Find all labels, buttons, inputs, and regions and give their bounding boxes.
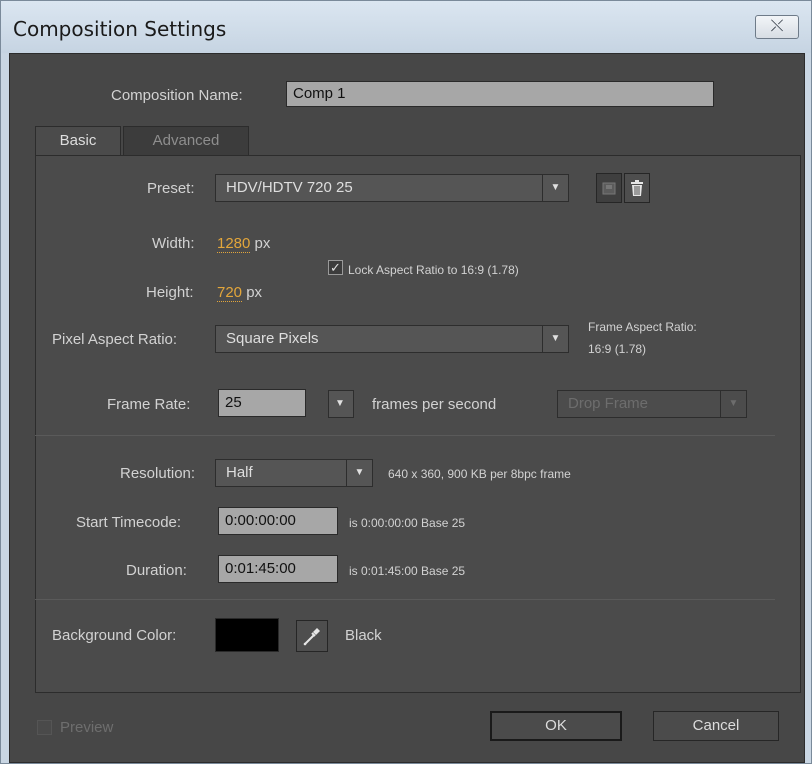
preset-label: Preset: bbox=[147, 180, 195, 197]
eyedropper-icon bbox=[303, 628, 320, 646]
preview-checkbox bbox=[37, 720, 52, 735]
eyedropper-button[interactable] bbox=[296, 620, 328, 652]
frame-rate-dropdown[interactable]: ▼ bbox=[328, 390, 354, 418]
basic-tab-panel bbox=[35, 155, 801, 693]
height-number[interactable]: 720 bbox=[217, 284, 243, 302]
composition-name-label: Composition Name: bbox=[111, 87, 243, 104]
chevron-down-icon: ▼ bbox=[335, 398, 345, 409]
width-unit: px bbox=[254, 235, 271, 252]
save-preset-icon bbox=[602, 182, 616, 195]
frame-rate-unit: frames per second bbox=[372, 396, 497, 413]
chevron-down-icon: ▼ bbox=[542, 326, 568, 352]
height-label: Height: bbox=[146, 284, 194, 301]
duration-label: Duration: bbox=[126, 562, 187, 579]
dialog-title: Composition Settings bbox=[13, 17, 227, 41]
preset-select[interactable]: HDV/HDTV 720 25 ▼ bbox=[215, 174, 569, 202]
start-timecode-input[interactable]: 0:00:00:00 bbox=[218, 507, 338, 535]
frame-rate-input[interactable]: 25 bbox=[218, 389, 306, 417]
resolution-value: Half bbox=[226, 464, 253, 481]
frame-aspect-label: Frame Aspect Ratio: bbox=[588, 320, 697, 334]
tab-advanced[interactable]: Advanced bbox=[123, 126, 249, 156]
resolution-info: 640 x 360, 900 KB per 8bpc frame bbox=[388, 467, 571, 481]
preview-label: Preview bbox=[60, 719, 114, 736]
title-bar: Composition Settings ⤬ bbox=[1, 1, 811, 53]
divider bbox=[35, 435, 775, 436]
pixel-aspect-value: Square Pixels bbox=[226, 330, 319, 347]
resolution-select[interactable]: Half ▼ bbox=[215, 459, 373, 487]
lock-aspect-checkbox[interactable]: ✓ bbox=[328, 260, 343, 275]
resolution-label: Resolution: bbox=[120, 465, 196, 482]
tab-basic[interactable]: Basic bbox=[35, 126, 121, 156]
composition-settings-dialog: Composition Settings ⤬ Composition Name:… bbox=[0, 0, 812, 764]
height-unit: px bbox=[246, 284, 263, 301]
pixel-aspect-label: Pixel Aspect Ratio: bbox=[52, 331, 178, 348]
save-preset-button[interactable] bbox=[596, 173, 622, 203]
frame-aspect-value: 16:9 (1.78) bbox=[588, 342, 647, 356]
dialog-body: Composition Name: Comp 1 Basic Advanced … bbox=[9, 53, 805, 763]
drop-frame-value: Drop Frame bbox=[568, 395, 649, 412]
pixel-aspect-select[interactable]: Square Pixels ▼ bbox=[215, 325, 569, 353]
close-button[interactable]: ⤬ bbox=[755, 15, 799, 39]
frame-rate-label: Frame Rate: bbox=[107, 396, 191, 413]
checkmark-icon: ✓ bbox=[330, 260, 341, 275]
divider bbox=[35, 599, 775, 600]
start-timecode-label: Start Timecode: bbox=[76, 514, 182, 531]
preset-value: HDV/HDTV 720 25 bbox=[226, 179, 353, 196]
height-value[interactable]: 720 px bbox=[217, 284, 263, 302]
chevron-down-icon: ▼ bbox=[542, 175, 568, 201]
duration-info: is 0:01:45:00 Base 25 bbox=[349, 564, 466, 578]
trash-icon bbox=[631, 180, 643, 196]
width-number[interactable]: 1280 bbox=[217, 235, 251, 253]
lock-aspect-label: Lock Aspect Ratio to 16:9 (1.78) bbox=[348, 263, 519, 277]
start-timecode-info: is 0:00:00:00 Base 25 bbox=[349, 516, 466, 530]
delete-preset-button[interactable] bbox=[624, 173, 650, 203]
width-value[interactable]: 1280 px bbox=[217, 235, 271, 253]
drop-frame-select: Drop Frame ▼ bbox=[557, 390, 747, 418]
duration-input[interactable]: 0:01:45:00 bbox=[218, 555, 338, 583]
close-icon: ⤬ bbox=[770, 18, 784, 35]
composition-name-input[interactable]: Comp 1 bbox=[286, 81, 714, 107]
chevron-down-icon: ▼ bbox=[346, 460, 372, 486]
ok-button[interactable]: OK bbox=[490, 711, 622, 741]
background-color-name: Black bbox=[345, 627, 382, 644]
chevron-down-icon: ▼ bbox=[720, 391, 746, 417]
width-label: Width: bbox=[152, 235, 195, 252]
cancel-button[interactable]: Cancel bbox=[653, 711, 779, 741]
background-color-label: Background Color: bbox=[52, 627, 177, 644]
background-color-swatch[interactable] bbox=[215, 618, 279, 652]
